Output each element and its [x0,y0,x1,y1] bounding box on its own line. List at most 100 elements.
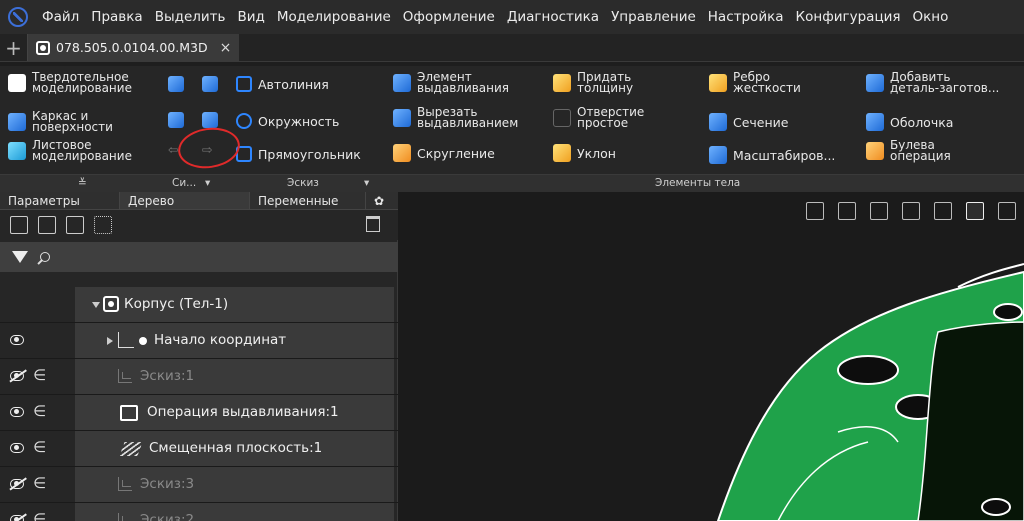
tool-label: операция [890,149,951,163]
tree-item-label: Эскиз:2 [140,512,195,521]
search-icon[interactable] [40,252,50,262]
document-tab[interactable]: 078.505.0.0104.00.M3D × [28,34,240,61]
circle-button[interactable]: Окружность [236,113,339,129]
rectangle-button[interactable]: Прямоугольник [236,146,361,162]
menu-management[interactable]: Управление [605,9,702,25]
export-icon [202,112,218,128]
3d-viewport[interactable] [398,192,1024,521]
sheet-metal-icon [8,142,26,160]
rib-button[interactable]: Ребро жесткости [709,71,801,94]
sketch-icon [118,513,132,521]
tree-toolbar [0,210,398,240]
tree-structure-icon[interactable] [10,216,28,234]
hole-button[interactable]: Отверстие простое [553,106,644,130]
mode-sheet-metal-button[interactable]: Листовое моделирование [8,139,132,162]
extrude-icon [120,405,138,421]
fillet-button[interactable]: Скругление [393,144,495,162]
save-as-button[interactable] [202,76,218,92]
circle-icon [236,113,252,129]
extrude-icon [393,74,411,92]
eye-icon[interactable] [10,335,24,345]
menu-configuration[interactable]: Конфигурация [790,9,907,25]
cut-extrude-icon [393,109,411,127]
eye-hidden-icon[interactable] [10,479,24,489]
menu-diagnostics[interactable]: Диагностика [501,9,605,25]
menu-select[interactable]: Выделить [149,9,232,25]
undo-button[interactable]: ⇦ [168,143,178,156]
mode-surfaces-button[interactable]: Каркас и поверхности [8,110,113,133]
mode-solid-modeling-button[interactable]: Твердотельное моделирование [8,71,132,94]
ribbon-group-strip: ≚ Си... ▾ Эскиз ▾ Элементы тела [0,174,1024,192]
model-render [716,263,1024,521]
expand-arrow-icon[interactable] [92,302,100,308]
shell-button[interactable]: Оболочка [866,113,953,131]
tool-label: Оболочка [890,114,954,130]
tree-row[interactable]: ∈ Операция выдавливания:1 [0,395,398,431]
hole-icon [553,109,571,127]
solid-modeling-icon [8,74,26,92]
trash-icon[interactable] [366,216,380,232]
tool-label: простое [577,116,629,130]
cut-extrude-button[interactable]: Вырезать выдавливанием [393,106,518,129]
tree-list-icon[interactable] [38,216,56,234]
tree-row[interactable]: ∈ Смещенная плоскость:1 [0,431,398,467]
tree-root-row[interactable]: Корпус (Тел-1) [0,287,398,323]
highlight-annotation [175,123,243,173]
eye-hidden-icon[interactable] [10,515,24,521]
sketch-group-label[interactable]: Эскиз [287,177,319,189]
menu-design[interactable]: Оформление [397,9,501,25]
autoline-label: Автолиния [258,76,329,92]
tab-variables[interactable]: Переменные [250,192,366,209]
expand-arrow-icon[interactable] [107,337,113,345]
tool-label: Уклон [577,145,616,161]
save-button[interactable] [168,76,184,92]
export-button[interactable] [202,112,218,128]
green-part-model [716,263,1024,521]
thicken-icon [553,74,571,92]
new-document-button[interactable]: + [0,34,28,61]
menu-settings[interactable]: Настройка [702,9,790,25]
boolean-button[interactable]: Булева операция [866,139,951,163]
menu-edit[interactable]: Правка [85,9,148,25]
print-button[interactable] [168,112,184,128]
tree-root-label: Корпус (Тел-1) [124,296,229,312]
chevron-down-icon[interactable]: ▾ [364,177,369,189]
app-logo-icon[interactable] [8,7,28,27]
scale-button[interactable]: Масштабиров... [709,146,835,164]
autoline-button[interactable]: Автолиния [236,76,329,92]
select-box-icon[interactable] [94,216,112,234]
extrude-button[interactable]: Элемент выдавливания [393,71,509,94]
eye-hidden-icon[interactable] [10,371,24,381]
tree-row[interactable]: ∈ Эскиз:2 [0,503,398,521]
menu-window[interactable]: Окно [907,9,955,25]
close-tab-button[interactable]: × [220,40,232,56]
filter-icon[interactable] [12,251,28,263]
tab-parameters[interactable]: Параметры [0,192,120,209]
tree-view-icon[interactable] [66,216,84,234]
element-of-icon: ∈ [33,366,47,384]
element-of-icon: ∈ [33,510,47,521]
save-as-icon [202,76,218,92]
tree-filter-bar [0,242,398,272]
sketch-icon [118,477,132,491]
eye-icon[interactable] [10,443,24,453]
body-group-label[interactable]: Элементы тела [655,177,740,189]
model-tree: Корпус (Тел-1) Начало координат ∈ Эскиз:… [0,287,398,521]
draft-button[interactable]: Уклон [553,144,616,162]
chevron-down-icon[interactable]: ▾ [205,177,210,189]
eye-icon[interactable] [10,407,24,417]
tab-tree[interactable]: Дерево [120,192,250,209]
section-button[interactable]: Сечение [709,113,788,131]
thicken-button[interactable]: Придать толщину [553,71,633,94]
tree-row[interactable]: ∈ Эскиз:1 [0,359,398,395]
ribbon-collapse-button[interactable]: ≚ [78,177,87,189]
tree-row[interactable]: Начало координат [0,323,398,359]
add-blank-part-button[interactable]: Добавить деталь-заготов... [866,71,999,94]
tree-row[interactable]: ∈ Эскиз:3 [0,467,398,503]
menu-modeling[interactable]: Моделирование [271,9,397,25]
panel-settings-icon[interactable]: ✿ [366,192,392,209]
menu-file[interactable]: Файл [36,9,85,25]
menu-view[interactable]: Вид [231,9,270,25]
tree-item-label: Эскиз:3 [140,476,195,492]
quick-group-dropdown[interactable]: Си... [172,177,196,189]
